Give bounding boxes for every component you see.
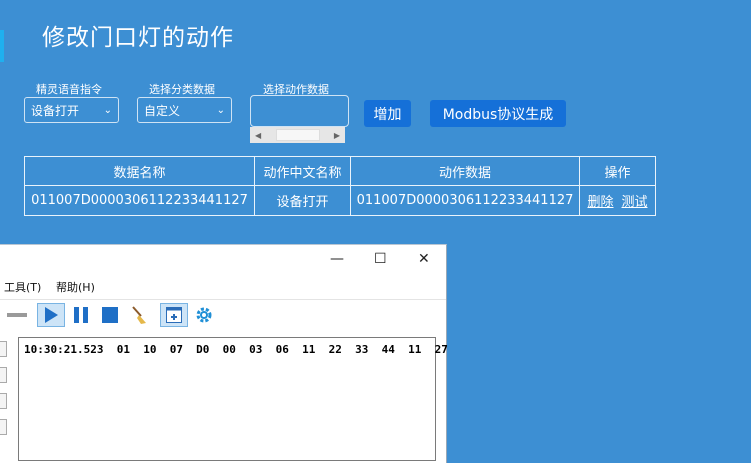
table-header-row: 数据名称 动作中文名称 动作数据 操作 — [24, 156, 656, 186]
add-button[interactable]: 增加 — [364, 100, 411, 127]
category-label: 选择分类数据 — [149, 83, 215, 96]
page-title: 修改门口灯的动作 — [42, 25, 234, 51]
pause-icon[interactable] — [68, 303, 94, 327]
side-panel-edge — [0, 341, 8, 445]
cell-data-name: 011007D0000306112233441127 — [24, 185, 255, 216]
header-action-cn-name: 动作中文名称 — [254, 156, 351, 186]
serial-tool-window: — ☐ ✕ 工具(T) 帮助(H) 10:30:21.523 01 10 07 … — [0, 244, 448, 463]
stop-icon[interactable] — [97, 303, 123, 327]
modbus-generate-button[interactable]: Modbus协议生成 — [430, 100, 566, 127]
chevron-down-icon: ⌄ — [216, 104, 225, 116]
menu-help[interactable]: 帮助(H) — [56, 279, 95, 295]
voice-command-label: 精灵语音指令 — [36, 83, 102, 96]
gear-icon[interactable] — [191, 303, 217, 327]
broom-icon[interactable] — [126, 303, 152, 327]
chevron-down-icon: ⌄ — [103, 104, 112, 116]
voice-command-value: 设备打开 — [31, 103, 80, 118]
cell-action-cn-name: 设备打开 — [254, 185, 351, 216]
category-value: 自定义 — [144, 103, 181, 118]
table-row: 011007D0000306112233441127 设备打开 011007D0… — [24, 185, 656, 216]
title-accent-bar — [0, 30, 4, 62]
scroll-thumb[interactable] — [275, 129, 320, 141]
maximize-button[interactable]: ☐ — [374, 251, 387, 267]
header-operations: 操作 — [579, 156, 656, 186]
cell-action-data: 011007D0000306112233441127 — [350, 185, 580, 216]
receive-log-area[interactable]: 10:30:21.523 01 10 07 D0 00 03 06 11 22 … — [18, 337, 448, 461]
action-data-listbox[interactable] — [250, 95, 349, 127]
log-line: 10:30:21.523 01 10 07 D0 00 03 06 11 22 … — [24, 343, 448, 356]
minimize-button[interactable]: — — [330, 251, 344, 267]
category-select[interactable]: 自定义 ⌄ — [137, 97, 232, 123]
cell-operations: 删除 测试 — [579, 185, 656, 216]
window-icon[interactable] — [160, 303, 188, 327]
header-data-name: 数据名称 — [24, 156, 255, 186]
scroll-left-icon[interactable]: ◀ — [255, 131, 261, 140]
delete-link[interactable]: 删除 — [587, 195, 613, 210]
close-button[interactable]: ✕ — [418, 251, 430, 267]
header-action-data: 动作数据 — [350, 156, 580, 186]
actions-table: 数据名称 动作中文名称 动作数据 操作 011007D0000306112233… — [24, 156, 656, 216]
minus-icon[interactable] — [4, 303, 30, 327]
menu-tools[interactable]: 工具(T) — [4, 279, 41, 295]
horizontal-scrollbar[interactable]: ◀ ▶ — [250, 127, 345, 143]
scroll-right-icon[interactable]: ▶ — [334, 131, 340, 140]
toolbar-separator — [0, 299, 446, 300]
test-link[interactable]: 测试 — [622, 195, 648, 210]
voice-command-select[interactable]: 设备打开 ⌄ — [24, 97, 119, 123]
play-icon[interactable] — [37, 303, 65, 327]
